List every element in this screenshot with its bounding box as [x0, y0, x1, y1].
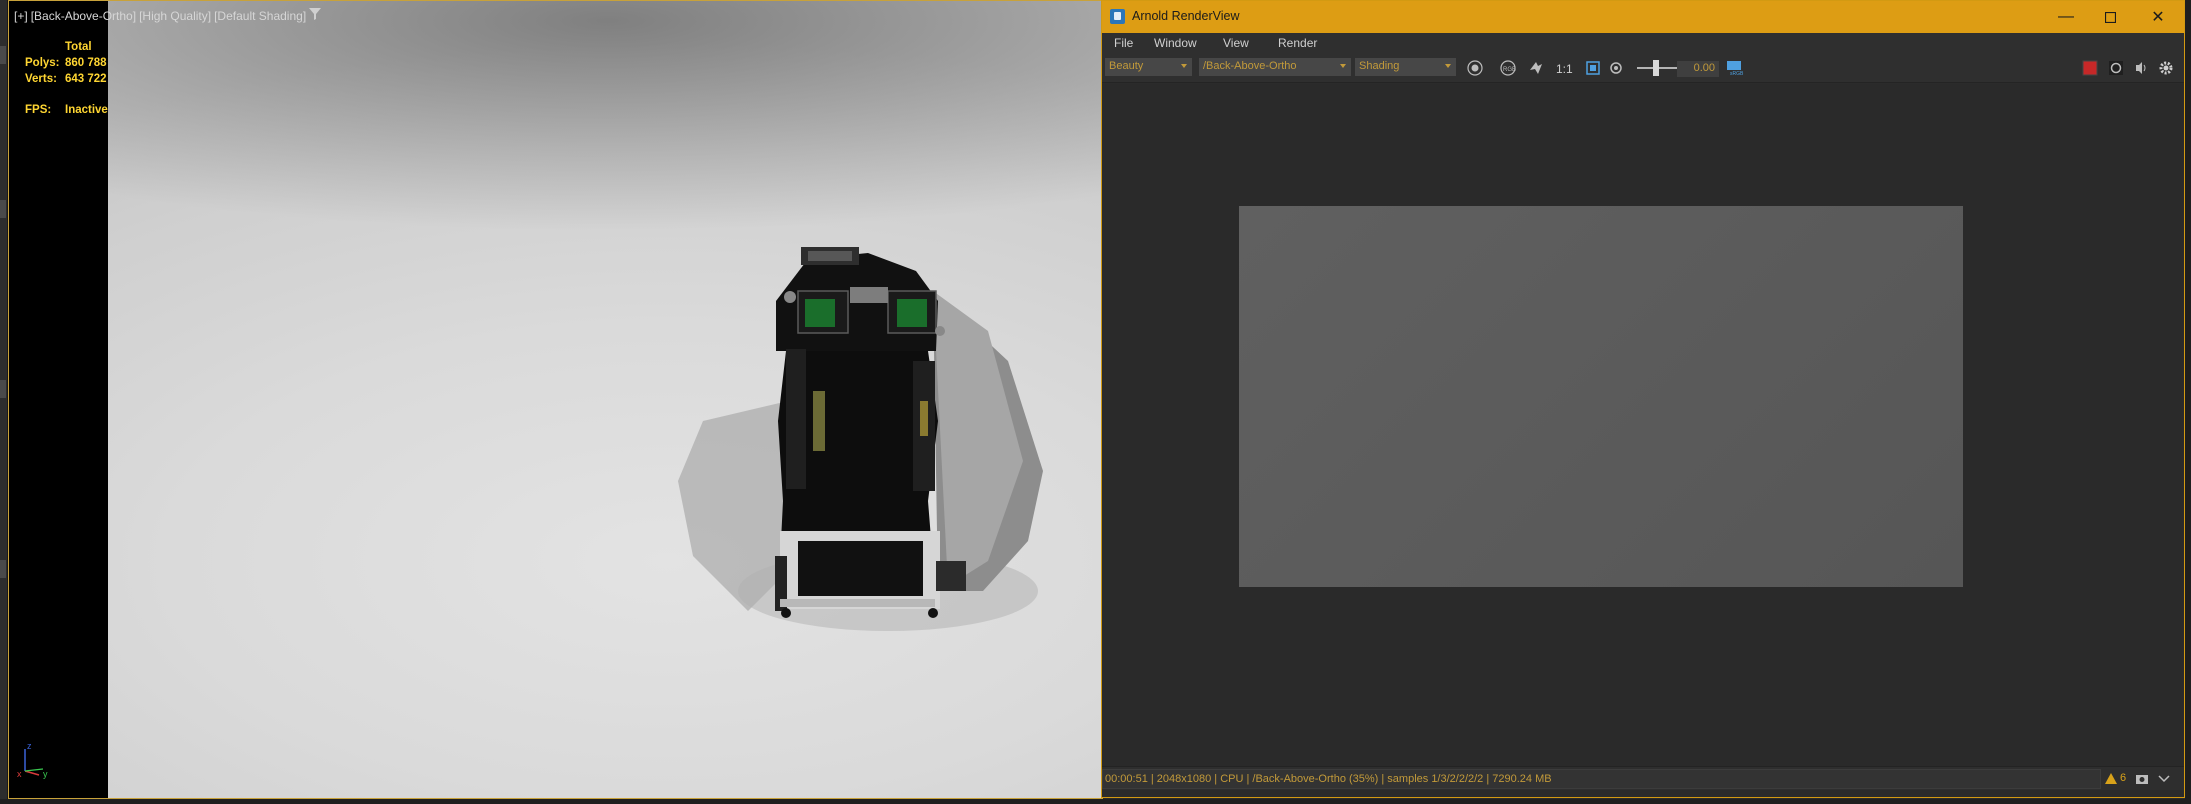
snapshot-compare-icon[interactable] [1527, 59, 1545, 77]
viewport-label-menu[interactable]: [+] [Back-Above-Ortho] [High Quality] [Defa… [14, 9, 309, 23]
close-icon[interactable]: ✕ [2136, 1, 2180, 33]
viewport-view-menu[interactable]: [Back-Above-Ortho] [31, 9, 136, 23]
stats-verts-label: Verts: [25, 73, 57, 85]
gear-icon[interactable] [2157, 59, 2175, 77]
menu-view[interactable]: View [1223, 36, 1249, 50]
aov-value: Beauty [1109, 60, 1144, 72]
funnel-icon[interactable] [309, 8, 321, 20]
side-tab[interactable] [0, 200, 6, 218]
chevron-down-icon [1181, 64, 1187, 68]
ocio-display-icon[interactable]: sRGB [1726, 59, 1744, 77]
menu-bar: File Window View Render [1102, 33, 2184, 53]
chevron-down-icon [1340, 64, 1346, 68]
menu-window[interactable]: Window [1154, 36, 1197, 50]
viewport-shading-menu[interactable]: [Default Shading] [214, 9, 306, 23]
warnings-indicator[interactable]: 6 [2105, 772, 2126, 784]
camera-value: /Back-Above-Ortho [1203, 60, 1297, 72]
minimize-icon[interactable]: — [2044, 1, 2088, 33]
stats-fps-value: Inactive [65, 104, 108, 116]
window-title: Arnold RenderView [1132, 9, 1240, 23]
window-titlebar[interactable]: Arnold RenderView — ✕ [1102, 1, 2184, 33]
maximize-icon[interactable] [2088, 1, 2132, 33]
max-side-strip [0, 0, 8, 804]
render-canvas[interactable] [1102, 84, 2184, 766]
taskbar-edge [0, 799, 2191, 804]
viewport-plus-menu[interactable]: [+] [14, 9, 28, 23]
cockpit-model[interactable] [108, 1, 1103, 799]
arnold-app-icon [1110, 9, 1125, 24]
svg-text:sRGB: sRGB [1730, 71, 1744, 76]
exposure-value-field[interactable]: 0.00 [1677, 61, 1719, 77]
chevron-down-icon [1445, 64, 1451, 68]
side-tab[interactable] [0, 560, 6, 578]
warning-icon [2105, 772, 2117, 784]
axis-gizmo-icon: z x y [17, 741, 48, 779]
desktop: [+] [Back-Above-Ortho] [High Quality] [Defa… [0, 0, 2191, 804]
render-status-text: 00:00:51 | 2048x1080 | CPU | /Back-Above… [1102, 769, 2101, 789]
frame-fit-icon[interactable] [1584, 59, 1602, 77]
viewport-quality-menu[interactable]: [High Quality] [139, 9, 211, 23]
exposure-icon[interactable] [1607, 59, 1625, 77]
rgb-channel-icon[interactable]: RGB [1499, 59, 1517, 77]
side-tab[interactable] [0, 46, 6, 64]
exposure-slider-handle[interactable] [1653, 60, 1659, 76]
stats-verts-value: 643 722 [65, 73, 107, 85]
menu-render[interactable]: Render [1278, 36, 1317, 50]
viewport-back-above-ortho[interactable]: [+] [Back-Above-Ortho] [High Quality] [Defa… [8, 0, 1103, 799]
axis-z-label: z [27, 741, 32, 751]
render-region-icon[interactable] [1466, 59, 1484, 77]
menu-file[interactable]: File [1114, 36, 1133, 50]
warnings-count: 6 [2120, 772, 2127, 784]
shading-dropdown[interactable]: Shading [1355, 58, 1456, 76]
stats-polys-value: 860 788 [65, 57, 107, 69]
render-toolbar: Beauty /Back-Above-Ortho Shading RGB 1:1 [1102, 53, 2184, 83]
snapshot-icon[interactable] [2133, 770, 2151, 788]
arnold-renderview-window: Arnold RenderView — ✕ File Window View R… [1101, 0, 2185, 798]
side-tab[interactable] [0, 380, 6, 398]
stats-fps-label: FPS: [25, 104, 52, 116]
refresh-render-icon[interactable] [2107, 59, 2125, 77]
stop-render-icon[interactable] [2081, 59, 2099, 77]
svg-text:RGB: RGB [1503, 67, 1516, 73]
viewport-statistics: Total Polys: 860 788 Verts: 643 722 FPS: In… [25, 39, 108, 118]
stats-polys-label: Polys: [25, 57, 60, 69]
viewport-scene[interactable] [108, 1, 1103, 799]
status-bar: 00:00:51 | 2048x1080 | CPU | /Back-Above… [1102, 766, 2184, 790]
ipr-icon[interactable] [2132, 59, 2150, 77]
shading-value: Shading [1359, 60, 1400, 72]
render-image[interactable] [1239, 206, 1963, 587]
stats-total-label: Total [65, 41, 92, 53]
camera-dropdown[interactable]: /Back-Above-Ortho [1199, 58, 1351, 76]
chevron-down-icon[interactable] [2155, 770, 2173, 788]
background-window-edge [2185, 0, 2191, 804]
axis-y-label: y [43, 769, 48, 779]
ratio-1to1-button[interactable]: 1:1 [1556, 62, 1573, 76]
aov-dropdown[interactable]: Beauty [1105, 58, 1192, 76]
axis-x-label: x [17, 769, 22, 779]
